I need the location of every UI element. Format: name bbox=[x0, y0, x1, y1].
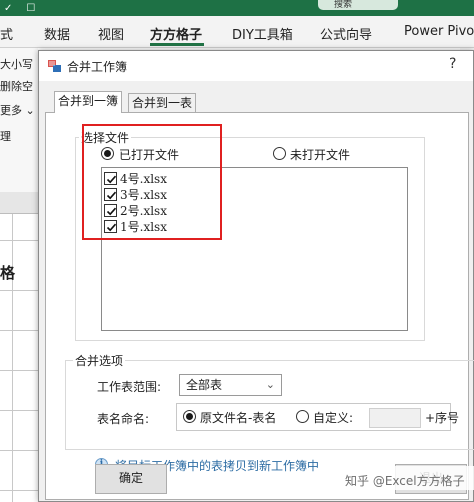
tab-data[interactable]: 数据 bbox=[44, 24, 70, 43]
workbook-icon bbox=[48, 60, 61, 72]
dialog-title: 合并工作簿 bbox=[67, 60, 128, 74]
row-gridline bbox=[0, 370, 38, 371]
naming-original-radio[interactable] bbox=[183, 410, 196, 423]
sheet-range-label: 工作表范围: bbox=[97, 380, 162, 394]
search-label: 搜索 bbox=[334, 0, 353, 10]
help-button[interactable]: ? bbox=[449, 56, 456, 72]
cell-text: 格 bbox=[0, 264, 16, 282]
tab-power-pivot[interactable]: Power Pivo bbox=[404, 24, 474, 39]
search-box[interactable]: 搜索 bbox=[318, 0, 398, 10]
unopened-files-radio[interactable] bbox=[273, 147, 286, 160]
misc-command[interactable]: 理 bbox=[0, 128, 11, 144]
sheet-range-select[interactable]: 全部表 ⌄ bbox=[179, 374, 282, 396]
ribbon-tabs: 式 数据 视图 方方格子 DIY工具箱 公式向导 Power Pivo bbox=[0, 16, 474, 48]
excel-title-bar: ✓ ☐ 搜索 bbox=[0, 0, 474, 16]
tab-fangfang[interactable]: 方方格子 bbox=[150, 24, 202, 43]
dialog-titlebar: 合并工作簿 ? bbox=[39, 51, 473, 81]
sheet-range-value: 全部表 bbox=[186, 378, 223, 392]
row-gridline bbox=[0, 410, 38, 411]
delete-blank-command[interactable]: 删除空 bbox=[0, 78, 33, 94]
tab-formula-wizard[interactable]: 公式向导 bbox=[320, 24, 372, 43]
column-gridline bbox=[12, 214, 13, 502]
ok-button[interactable]: 确定 bbox=[95, 464, 167, 494]
highlight-box bbox=[82, 124, 222, 240]
qat-item[interactable]: ✓ bbox=[4, 3, 12, 14]
active-tab-indicator bbox=[150, 43, 204, 46]
column-header bbox=[0, 192, 38, 214]
custom-name-input[interactable] bbox=[369, 408, 421, 428]
row-gridline bbox=[0, 490, 38, 491]
watermark-text: 知乎 @Excel方方格子 bbox=[345, 474, 465, 488]
row-gridline bbox=[0, 330, 38, 331]
qat-item[interactable]: ☐ bbox=[26, 3, 35, 14]
quick-access-toolbar: ✓ ☐ bbox=[0, 0, 35, 16]
case-command[interactable]: 大小写 bbox=[0, 56, 33, 72]
chevron-down-icon: ⌄ bbox=[265, 378, 275, 391]
row-gridline bbox=[0, 290, 38, 291]
row-gridline bbox=[0, 240, 38, 241]
suffix-label: +序号 bbox=[425, 411, 460, 425]
more-command[interactable]: 更多 ⌄ bbox=[0, 102, 35, 118]
naming-custom-label: 自定义: bbox=[313, 411, 354, 425]
tab-formulas[interactable]: 式 bbox=[0, 24, 13, 43]
naming-custom-radio[interactable] bbox=[296, 410, 309, 423]
tab-diy-toolbox[interactable]: DIY工具箱 bbox=[232, 24, 293, 43]
sheet-name-label: 表名命名: bbox=[97, 412, 150, 426]
worksheet-area[interactable] bbox=[0, 192, 38, 502]
naming-original-label: 原文件名-表名 bbox=[200, 411, 277, 425]
merge-options-label: 合并选项 bbox=[73, 352, 126, 369]
tab-view[interactable]: 视图 bbox=[98, 24, 124, 43]
tab-merge-to-sheet[interactable]: 合并到一表 bbox=[128, 93, 197, 113]
merge-workbook-dialog: 合并工作簿 ? 合并到一簿 合并到一表 选择文件 已打开文件 未打开文件 4号.… bbox=[38, 50, 474, 502]
row-gridline bbox=[0, 450, 38, 451]
unopened-files-label: 未打开文件 bbox=[290, 148, 351, 162]
tab-merge-to-workbook[interactable]: 合并到一簿 bbox=[54, 91, 123, 113]
